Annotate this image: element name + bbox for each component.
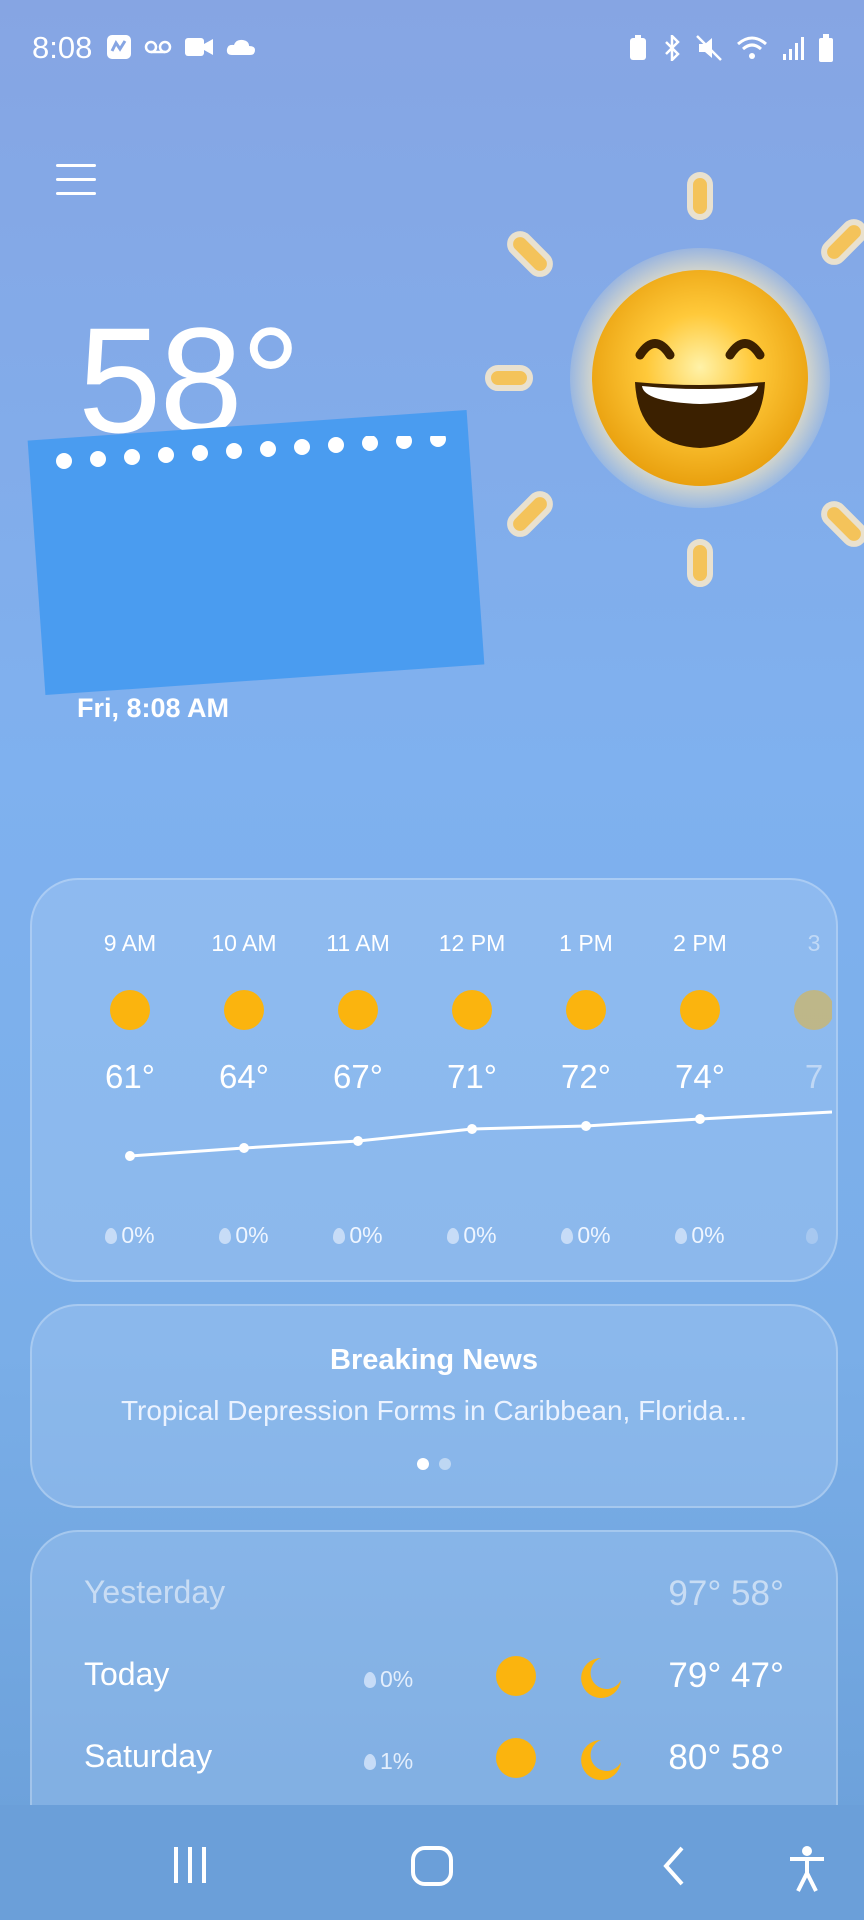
menu-icon-bar [56, 164, 96, 167]
raindrop-icon [364, 1754, 376, 1770]
sunny-icon [452, 990, 492, 1030]
hour-temp: 72° [561, 1058, 611, 1095]
day-precip: 0% [364, 1666, 413, 1693]
sunny-icon [496, 1656, 536, 1696]
hour-label: 12 PM [438, 930, 506, 956]
sunny-icon [794, 990, 832, 1030]
recent-apps-button[interactable] [170, 1845, 212, 1885]
cloud-icon [226, 39, 255, 55]
daily-row[interactable]: Saturday 1% 80° 58° [84, 1738, 784, 1788]
accessibility-button[interactable] [786, 1845, 828, 1893]
raindrop-icon [364, 1672, 376, 1688]
daily-row[interactable]: Today 0% 79° 47° [84, 1656, 784, 1706]
current-datetime: Fri, 8:08 AM [77, 693, 230, 723]
raindrop-icon [675, 1228, 688, 1244]
menu-icon-bar [56, 178, 96, 181]
video-icon [185, 38, 213, 56]
battery-icon [819, 34, 833, 62]
hour-column: 1 PM 72° 0% [529, 930, 643, 1249]
notification-icons [106, 34, 256, 60]
menu-button[interactable] [56, 164, 96, 204]
hour-temp: 67° [333, 1058, 383, 1095]
day-precip: 1% [364, 1748, 413, 1775]
hour-precip: 0% [643, 1222, 757, 1249]
back-button[interactable] [660, 1845, 688, 1887]
news-pager [32, 1457, 836, 1475]
hour-precip [757, 1222, 832, 1249]
status-bar: 8:08 [0, 0, 864, 96]
crescent-moon-icon [581, 1740, 621, 1780]
breaking-news-card[interactable]: Breaking News Tropical Depression Forms … [30, 1304, 838, 1508]
sunny-icon [224, 990, 264, 1030]
hour-column: 12 PM 71° 0% [415, 930, 529, 1249]
day-name: Yesterday [84, 1574, 226, 1610]
smiling-sun-icon [485, 172, 864, 587]
signal-icon [783, 37, 804, 60]
hour-temp: 61° [105, 1058, 155, 1095]
hour-precip: 0% [301, 1222, 415, 1249]
day-name: Today [84, 1656, 170, 1692]
sticker-dots [56, 436, 446, 469]
bluetooth-icon [665, 35, 680, 61]
mute-icon [696, 35, 722, 61]
pager-dot [439, 1458, 451, 1470]
hourly-forecast-card[interactable]: 9 AM 61° 0% 10 AM 64° 0% 11 AM 67° 0% 12… [30, 878, 838, 1282]
sunny-icon [680, 990, 720, 1030]
system-icons [628, 34, 834, 62]
hour-column: 9 AM 61° 0% [92, 930, 187, 1249]
hour-label: 1 PM [559, 930, 613, 956]
sunny-icon [338, 990, 378, 1030]
wifi-icon [737, 36, 767, 59]
status-time: 8:08 [32, 30, 93, 65]
hour-precip: 0% [415, 1222, 529, 1249]
pager-dot-active [417, 1458, 429, 1470]
hour-temp: 71° [447, 1058, 497, 1095]
menu-icon-bar [56, 192, 96, 195]
hour-label: 9 AM [103, 930, 157, 956]
hour-label: 11 AM [326, 930, 390, 956]
raindrop-icon [806, 1228, 818, 1244]
day-name: Saturday [84, 1738, 213, 1774]
hour-temp: 7 [804, 1058, 824, 1095]
day-temps: 79° 47° [668, 1656, 784, 1695]
day-temps: 97° 58° [668, 1574, 784, 1613]
hour-temp: 74° [675, 1058, 725, 1095]
hour-label: 2 PM [673, 930, 727, 956]
hour-column: 3 7 [757, 930, 832, 1249]
hour-column: 11 AM 67° 0% [301, 930, 415, 1249]
news-headline[interactable]: Tropical Depression Forms in Caribbean, … [32, 1395, 836, 1427]
raindrop-icon [447, 1228, 460, 1244]
hour-label: 10 AM [211, 930, 277, 956]
hour-column: 10 AM 64° 0% [187, 930, 301, 1249]
home-button[interactable] [410, 1845, 454, 1887]
system-navigation-bar [0, 1805, 864, 1920]
battery-saver-icon [630, 35, 646, 60]
sunny-icon [496, 1738, 536, 1778]
raindrop-icon [219, 1228, 232, 1244]
raindrop-icon [561, 1228, 574, 1244]
hour-temp: 64° [219, 1058, 269, 1095]
daily-row: Yesterday 97° 58° [84, 1574, 784, 1624]
raindrop-icon [105, 1228, 118, 1244]
raindrop-icon [333, 1228, 346, 1244]
sunny-icon [110, 990, 150, 1030]
hour-precip: 0% [187, 1222, 301, 1249]
crescent-moon-icon [581, 1658, 621, 1698]
hour-precip: 0% [529, 1222, 643, 1249]
voicemail-icon [144, 40, 172, 54]
app-notification-icon [107, 35, 131, 59]
hourly-scroll[interactable]: 9 AM 61° 0% 10 AM 64° 0% 11 AM 67° 0% 12… [92, 930, 832, 1260]
hour-column: 2 PM 74° 0% [643, 930, 757, 1249]
hour-label: 3 [807, 930, 821, 956]
hour-precip: 0% [92, 1222, 187, 1249]
news-heading: Breaking News [330, 1344, 538, 1376]
sunny-icon [566, 990, 606, 1030]
day-temps: 80° 58° [668, 1738, 784, 1777]
